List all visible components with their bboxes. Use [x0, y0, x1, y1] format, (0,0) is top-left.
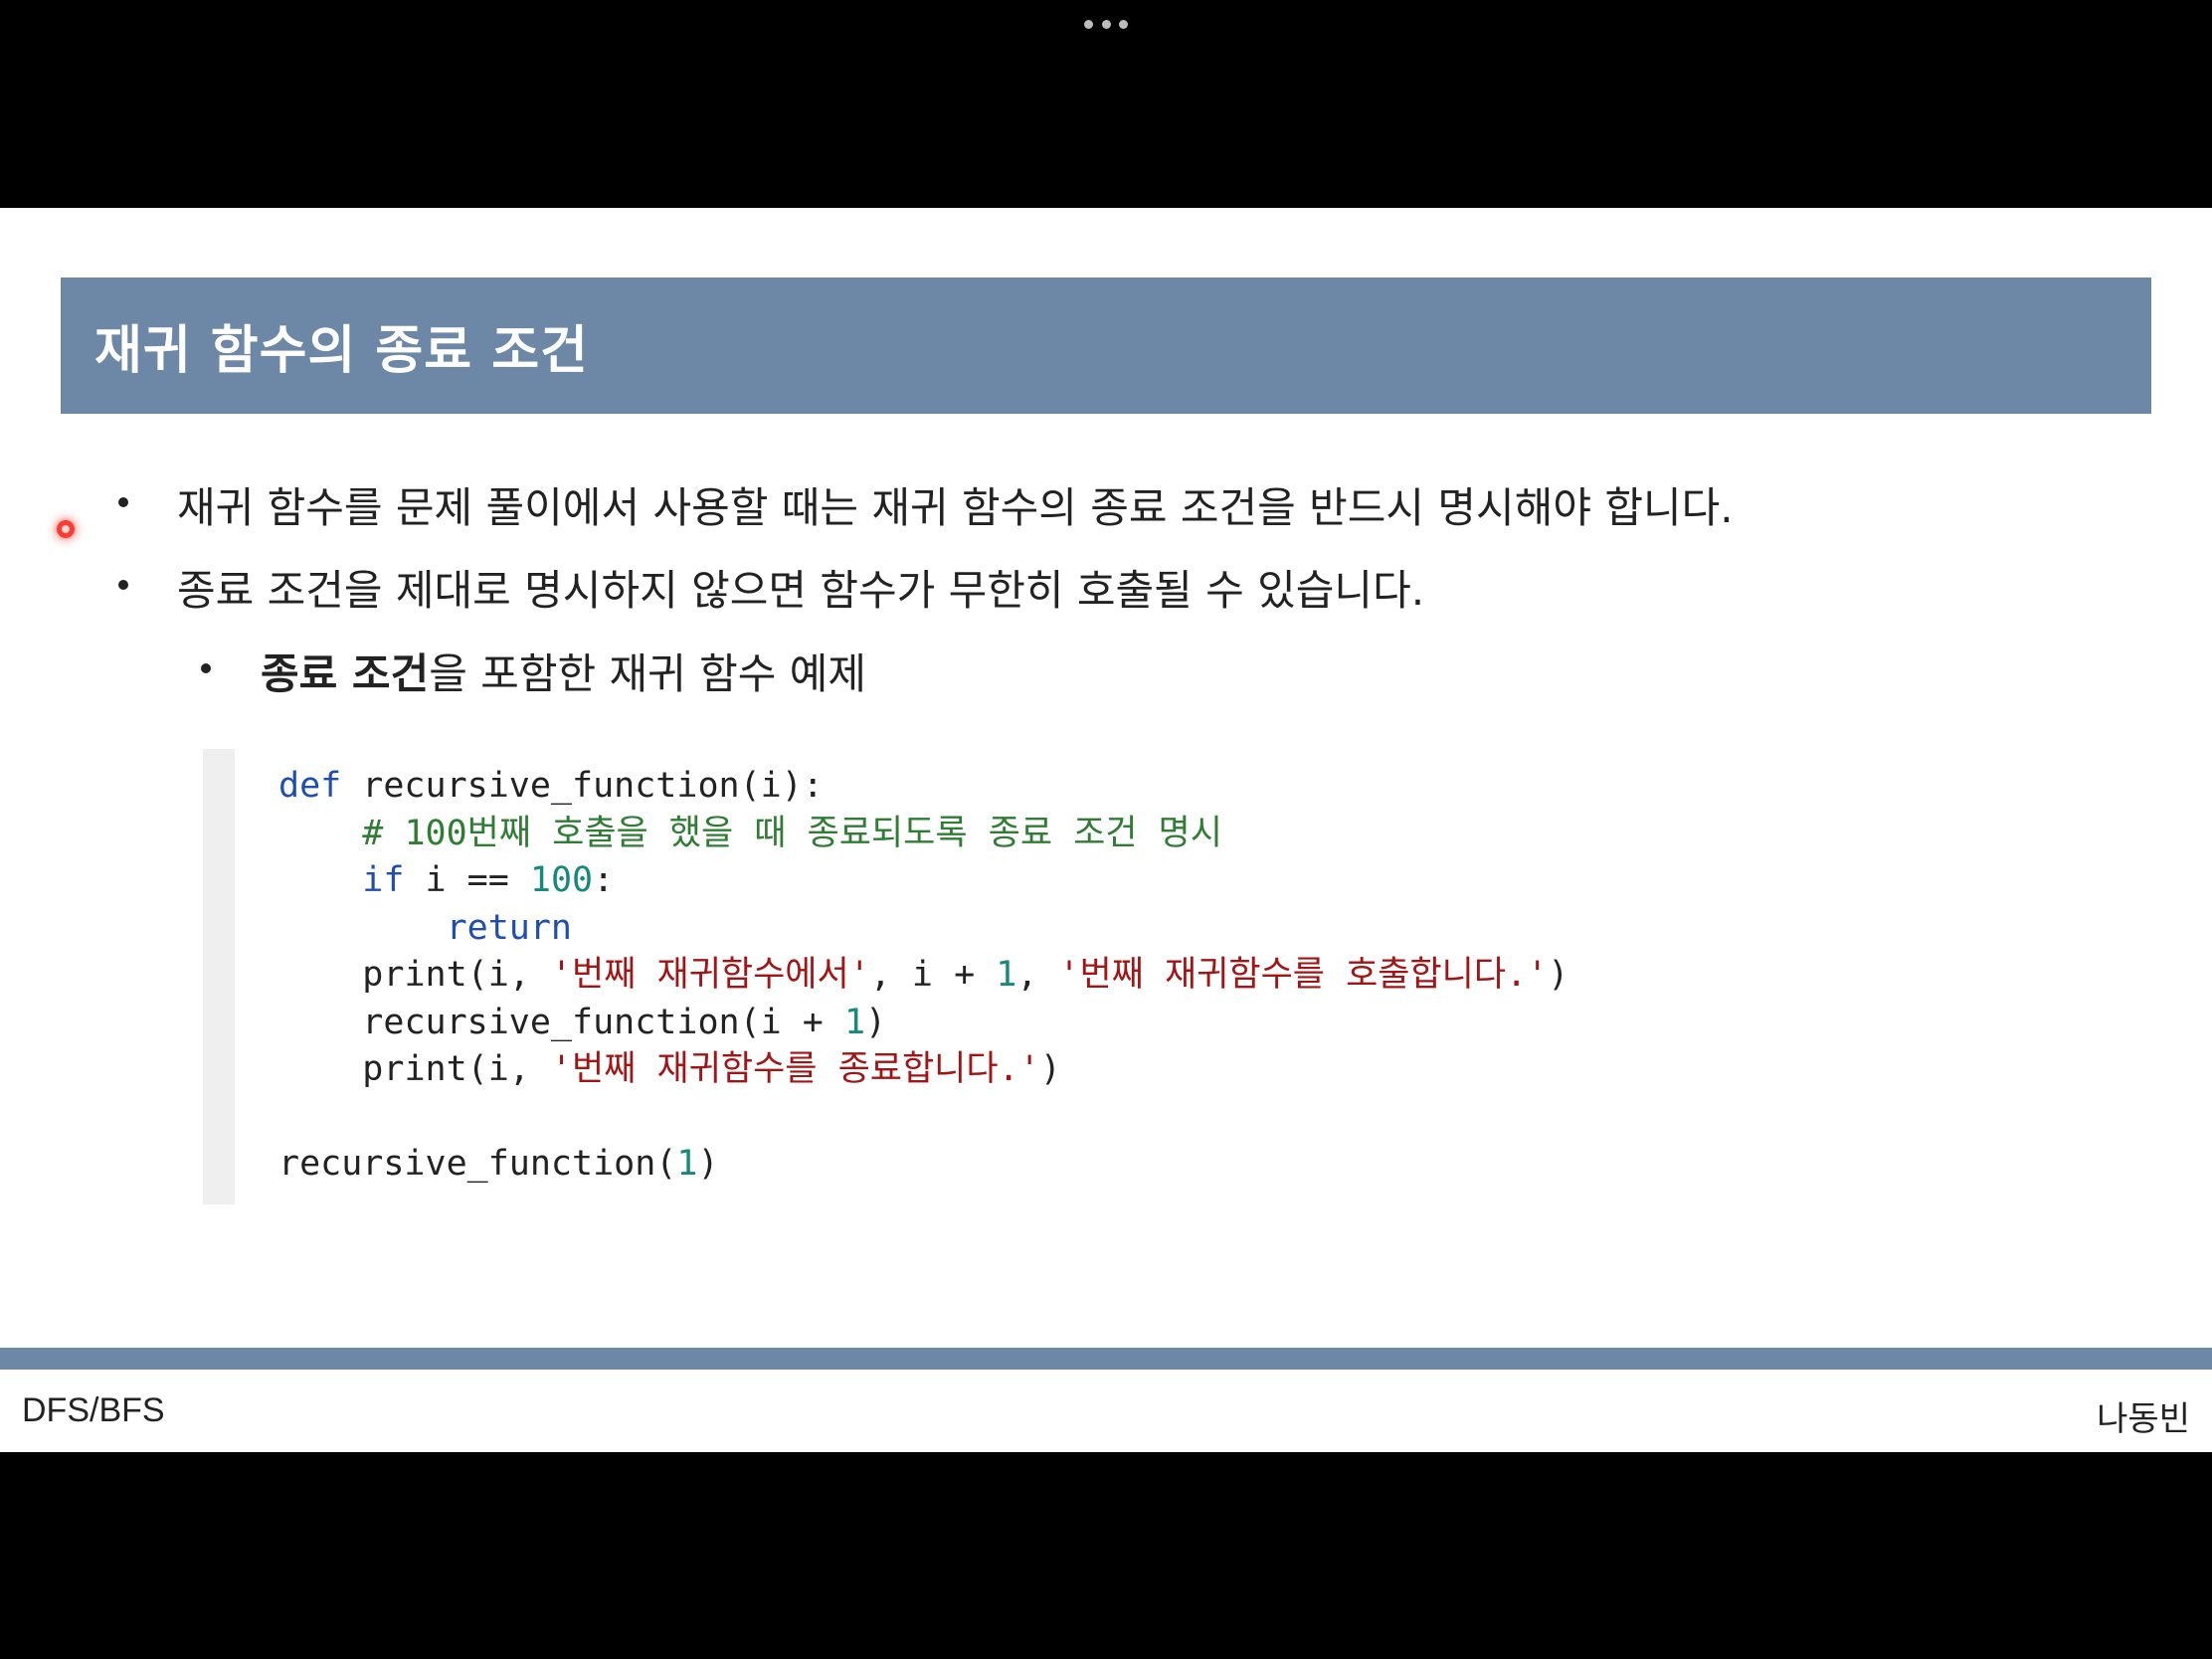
- code-text: i ==: [404, 860, 530, 900]
- code-number: 1: [843, 1002, 866, 1042]
- dot: [1119, 19, 1128, 29]
- footer-author: 나동빈: [2097, 1399, 2190, 1439]
- code-string: '번째 재귀함수를 종료합니다.': [550, 1049, 1040, 1089]
- code-block: def recursive_function(i): # 100번째 호출을 했…: [203, 749, 1794, 1204]
- code-text: , i +: [869, 955, 997, 995]
- code-string: '번째 재귀함수에서': [550, 955, 870, 995]
- code-comment: # 100번째 호출을 했을 때 종료되도록 종료 조건 명시: [362, 813, 1222, 853]
- title-bar: 재귀 함수의 종료 조건: [61, 277, 2151, 414]
- code-text: ,: [1016, 955, 1059, 995]
- dot: [1084, 19, 1093, 29]
- code-lines: def recursive_function(i): # 100번째 호출을 했…: [278, 763, 1568, 1189]
- footer-divider: [0, 1348, 2212, 1370]
- code-line: recursive_function(1): [278, 1141, 1568, 1189]
- code-gutter: [203, 749, 235, 1204]
- code-line: return: [278, 905, 1568, 953]
- code-line: def recursive_function(i):: [278, 763, 1568, 811]
- code-text: recursive_function(: [278, 1144, 677, 1184]
- bullet-dot: [118, 580, 128, 590]
- bullet-dot: [201, 663, 211, 673]
- code-keyword: if: [362, 860, 405, 900]
- code-text: print(i,: [362, 1049, 551, 1089]
- code-text: ): [1039, 1049, 1061, 1089]
- code-line: if i == 100:: [278, 857, 1568, 905]
- code-text: ): [697, 1144, 719, 1184]
- code-text: recursive_function(i +: [362, 1002, 844, 1042]
- slide: 재귀 함수의 종료 조건 재귀 함수를 문제 풀이에서 사용할 때는 재귀 함수…: [0, 208, 2212, 1452]
- slide-title: 재귀 함수의 종료 조건: [94, 321, 589, 381]
- laser-pointer-icon: [57, 520, 75, 538]
- code-line: # 100번째 호출을 했을 때 종료되도록 종료 조건 명시: [278, 811, 1568, 858]
- dot: [1101, 19, 1111, 29]
- sub-bullet-rest: 을 포함한 재귀 함수 예제: [429, 649, 866, 698]
- code-number: 1: [676, 1144, 698, 1184]
- code-line: print(i, '번째 재귀함수를 종료합니다.'): [278, 1046, 1568, 1094]
- bullet-dot: [118, 497, 128, 507]
- code-string: '번째 재귀함수를 호출합니다.': [1058, 955, 1549, 995]
- code-keyword: return: [446, 907, 573, 948]
- code-line: print(i, '번째 재귀함수에서', i + 1, '번째 재귀함수를 호…: [278, 952, 1568, 1000]
- code-text: ): [865, 1002, 887, 1042]
- bullet-item: 재귀 함수를 문제 풀이에서 사용할 때는 재귀 함수의 종료 조건을 반드시 …: [177, 483, 1734, 532]
- sub-bullet-item: 종료 조건을 포함한 재귀 함수 예제: [261, 641, 866, 701]
- screen: 재귀 함수의 종료 조건 재귀 함수를 문제 풀이에서 사용할 때는 재귀 함수…: [0, 0, 2212, 1659]
- bullet-item: 종료 조건을 제대로 명시하지 않으면 함수가 무한히 호출될 수 있습니다.: [177, 566, 1425, 615]
- code-number: 1: [996, 955, 1017, 995]
- code-number: 100: [529, 860, 594, 900]
- more-dots-icon[interactable]: [1084, 18, 1128, 30]
- sub-bullet-bold: 종료 조건: [261, 649, 430, 698]
- code-text: :: [593, 860, 615, 900]
- code-line: recursive_function(i + 1): [278, 1000, 1568, 1047]
- code-text: recursive_function(i):: [341, 766, 824, 806]
- code-text: print(i,: [362, 955, 551, 995]
- footer-topic: DFS/BFS: [22, 1391, 165, 1429]
- code-keyword: def: [278, 766, 342, 806]
- code-text: ): [1548, 955, 1569, 995]
